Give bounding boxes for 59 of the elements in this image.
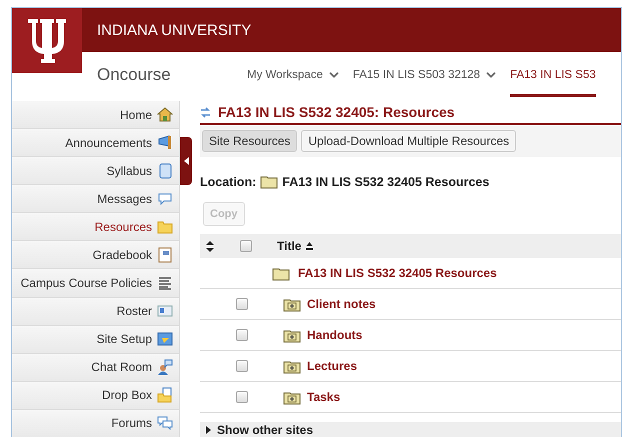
sidebar-item[interactable]: Roster [12, 298, 180, 326]
triangle-left-icon [184, 157, 188, 165]
folder-plus-icon[interactable] [283, 296, 301, 312]
folder-link[interactable]: Tasks [307, 390, 340, 404]
sidebar-item[interactable]: Gradebook [12, 241, 180, 270]
row-checkbox[interactable] [236, 329, 248, 341]
select-all-checkbox[interactable] [240, 240, 252, 252]
tool-icon [157, 246, 173, 263]
folder-link[interactable]: Lectures [307, 359, 358, 373]
product-name: Oncourse [97, 64, 172, 84]
location-label: Location: [200, 174, 256, 188]
row-checkbox[interactable] [236, 391, 248, 403]
tool-icon [157, 387, 173, 404]
triangle-right-icon [206, 426, 211, 434]
folder-link[interactable]: Client notes [307, 297, 376, 311]
sidebar-item[interactable]: Chat Room [12, 354, 180, 382]
folder-plus-icon[interactable] [283, 390, 301, 404]
row-checkbox[interactable] [236, 360, 248, 372]
site-tab[interactable]: FA15 IN LIS S503 32128 [352, 52, 498, 97]
folder-plus-icon[interactable] [283, 358, 301, 374]
tool-icon [157, 220, 173, 234]
collapse-handle[interactable] [180, 137, 192, 185]
tool-icon [157, 332, 173, 347]
folder-icon [260, 174, 278, 189]
tool-icon [157, 305, 173, 318]
sidebar-item[interactable]: Announcements [12, 129, 180, 158]
university-name: INDIANA UNIVERSITY [97, 22, 252, 38]
sidebar-item[interactable]: Site Setup [12, 326, 180, 354]
tool-icon [157, 162, 173, 179]
toolbar-button[interactable]: Upload-Download Multiple Resources [301, 130, 516, 152]
refresh-icon[interactable] [200, 106, 211, 118]
tool-icon [157, 359, 173, 376]
tool-icon [157, 416, 173, 430]
trident-logo [26, 16, 68, 64]
sidebar-item[interactable]: Home [12, 101, 180, 130]
sidebar-item[interactable]: Messages [12, 185, 180, 214]
location-path: FA13 IN LIS S532 32405 Resources [282, 174, 490, 188]
page-title: FA13 IN LIS S532 32405: Resources [218, 104, 455, 120]
toolbar-button[interactable]: Site Resources [202, 130, 298, 152]
sort-icon[interactable] [206, 240, 214, 252]
site-tab[interactable]: My Workspace [247, 52, 341, 97]
sidebar-item[interactable]: Resources [12, 213, 180, 242]
tool-icon [157, 192, 173, 206]
site-tab[interactable]: FA13 IN LIS S53 [510, 52, 596, 97]
sidebar-item[interactable]: Forums [12, 410, 180, 437]
tool-icon [157, 135, 173, 150]
tool-icon [157, 107, 173, 122]
sidebar-item[interactable]: Drop Box [12, 382, 180, 410]
folder-icon [272, 266, 290, 280]
sidebar-item[interactable]: Syllabus [12, 157, 180, 186]
folder-link[interactable]: FA13 IN LIS S532 32405 Resources [298, 266, 497, 280]
show-other-sites-toggle[interactable]: Show other sites [200, 422, 621, 437]
column-header[interactable]: Title [277, 239, 302, 253]
sidebar-item[interactable]: Campus Course Policies [12, 269, 180, 298]
folder-link[interactable]: Handouts [307, 328, 362, 342]
row-checkbox[interactable] [236, 298, 248, 310]
folder-plus-icon[interactable] [283, 328, 301, 342]
tool-icon [157, 276, 173, 290]
sort-ascending-icon[interactable] [305, 242, 314, 250]
